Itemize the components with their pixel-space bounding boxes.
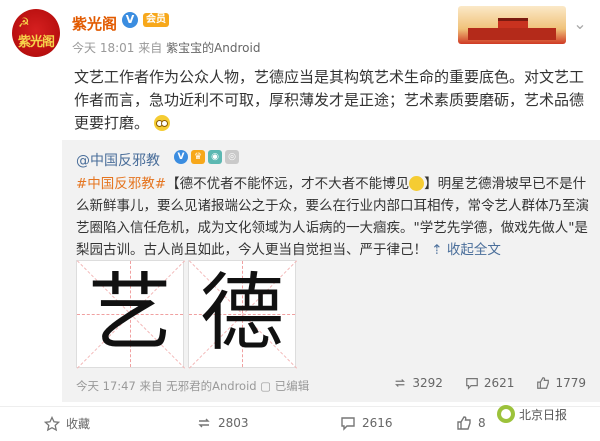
repost-reposts-button[interactable]: 3292 — [393, 376, 443, 390]
verified-icon: V — [174, 150, 188, 164]
repost-card[interactable]: @中国反邪教 V ♛ ◉ ◎ #中国反邪教#【德不优者不能怀远，才不大者不能博见… — [62, 140, 600, 402]
comment-count: 2616 — [362, 416, 393, 430]
calligraphy-character: 德 — [199, 264, 284, 362]
repost-author[interactable]: @中国反邪教 — [76, 150, 160, 170]
collapse-full-text-label: 收起全文 — [446, 242, 501, 258]
smile-emoji-icon — [409, 176, 425, 191]
repost-source[interactable]: 无邪君的Android — [166, 379, 256, 393]
star-icon — [44, 415, 60, 431]
repost-comments-button[interactable]: 2621 — [465, 376, 515, 390]
favorite-button[interactable]: 收藏 — [44, 415, 90, 432]
repost-likes-count: 1779 — [555, 376, 586, 390]
avatar-logo-text: 紫光阁 — [17, 35, 55, 50]
comment-icon — [341, 417, 355, 431]
post-body-text: 文艺工作者作为公众人物，艺德应当是其构筑艺术生命的重要底色。对文艺工作者而言，急… — [74, 68, 585, 132]
repost-from-label: 来自 — [139, 379, 163, 393]
repost-time: 今天 17:47 — [76, 379, 136, 393]
like-count: 8 — [478, 416, 486, 430]
repost-meta: 今天 17:47 来自 无邪君的Android ▢ 已编辑 — [76, 378, 309, 394]
repost-actions: 3292 2621 1779 — [393, 376, 586, 390]
camera-badge-icon: ◉ — [208, 150, 222, 164]
post-meta: 今天 18:01 来自 紫宝宝的Android — [72, 39, 260, 56]
hashtag-link[interactable]: #中国反邪教# — [76, 176, 166, 192]
repost-author-badges: V ♛ ◉ ◎ — [174, 150, 239, 164]
calligraphy-character: 艺 — [87, 264, 172, 362]
post-body: 文艺工作者作为公众人物，艺德应当是其构筑艺术生命的重要底色。对文艺工作者而言，急… — [74, 66, 588, 135]
chevron-down-icon[interactable]: ⌄ — [570, 14, 590, 34]
repost-edited-label[interactable]: 已编辑 — [275, 379, 310, 393]
edit-icon: ▢ — [260, 379, 272, 393]
post-time: 今天 18:01 — [72, 41, 135, 55]
author-name[interactable]: 紫光阁 — [72, 13, 117, 34]
medal-badge-icon: ◎ — [225, 150, 239, 164]
thumbs-up-icon — [457, 416, 471, 430]
vip-badge-icon: ♛ — [191, 150, 205, 164]
repost-button[interactable]: 2803 — [196, 415, 249, 431]
comment-button[interactable]: 2616 — [340, 415, 393, 431]
repost-comments-count: 2621 — [483, 376, 515, 390]
watermark-text: 北京日报 — [519, 407, 568, 422]
hammer-sickle-icon: ☭ — [18, 16, 30, 31]
repost-icon — [395, 379, 406, 387]
post-header: ☭ 紫光阁 紫光阁 V 会员 今天 18:01 来自 紫宝宝的Android ⌄ — [0, 0, 600, 62]
wall-shape — [468, 28, 556, 40]
repost-text-part1: 【德不优者不能怀远，才不大者不能博见 — [166, 176, 410, 192]
repost-icon — [198, 418, 210, 428]
post-from-label: 来自 — [138, 41, 163, 55]
thumbs-up-icon — [537, 377, 550, 389]
post-source[interactable]: 紫宝宝的Android — [166, 41, 260, 55]
repost-body: #中国反邪教#【德不优者不能怀远，才不大者不能博见 】明星艺德滑坡早已不是什么新鲜… — [76, 173, 592, 261]
repost-likes-button[interactable]: 1779 — [536, 376, 586, 390]
repost-reposts-count: 3292 — [412, 376, 443, 390]
repost-image-1[interactable]: 艺 — [76, 260, 186, 369]
favorite-label: 收藏 — [66, 417, 91, 431]
collapse-full-text-link[interactable]: ⇡ 收起全文 — [431, 242, 501, 258]
repost-image-2[interactable]: 德 — [188, 260, 298, 369]
dizzy-face-emoji-icon — [153, 115, 170, 131]
vip-badge-icon: 会员 — [143, 13, 169, 27]
comment-icon — [466, 378, 478, 390]
repost-count: 2803 — [218, 416, 249, 430]
like-button[interactable]: 8 — [456, 415, 486, 431]
wechat-logo-icon — [497, 405, 515, 423]
header-banner-image — [458, 6, 566, 44]
avatar[interactable]: ☭ 紫光阁 — [12, 9, 60, 57]
newspaper-watermark: 北京日报 — [497, 405, 567, 423]
verified-icon: V — [122, 12, 138, 28]
